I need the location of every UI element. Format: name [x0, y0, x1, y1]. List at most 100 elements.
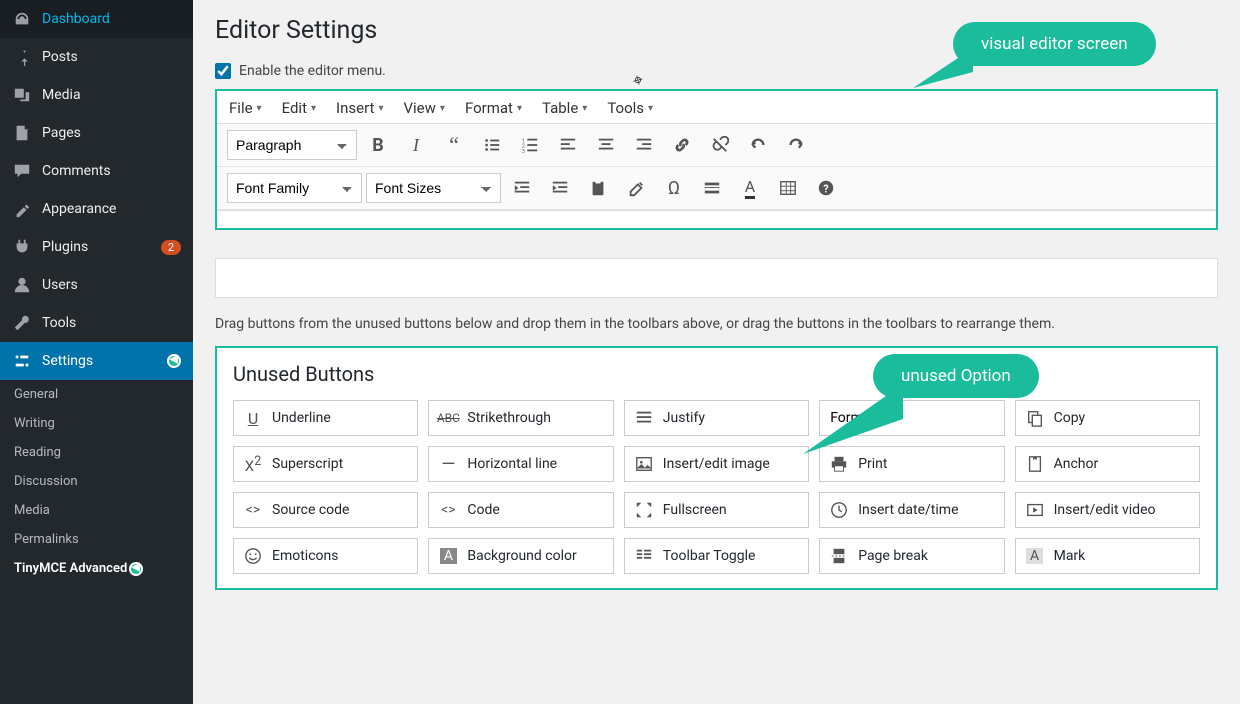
strike-icon: ABC: [439, 411, 457, 425]
sidebar-item-appearance[interactable]: Appearance: [0, 190, 193, 228]
menu-edit[interactable]: Edit: [282, 99, 316, 117]
unused-copy[interactable]: Copy: [1015, 400, 1200, 436]
sidebar-item-posts[interactable]: Posts: [0, 38, 193, 76]
link-button[interactable]: [665, 130, 699, 160]
sidebar-item-dashboard[interactable]: Dashboard: [0, 0, 193, 38]
media-icon: [12, 85, 32, 105]
clear-button[interactable]: [619, 173, 653, 203]
cursor-annotation-icon: [129, 562, 143, 576]
alignleft-button[interactable]: [551, 130, 585, 160]
unused-mark[interactable]: AMark: [1015, 538, 1200, 574]
indent-button[interactable]: [543, 173, 577, 203]
settings-icon: [12, 351, 32, 371]
unused-buttons-title: Unused Buttons: [233, 362, 1200, 386]
sidebar-item-plugins[interactable]: Plugins2: [0, 228, 193, 266]
unused-source-code[interactable]: <>Source code: [233, 492, 418, 528]
toolbar-row-1: ParagraphBI“ 123: [217, 124, 1216, 167]
hr-button[interactable]: [695, 173, 729, 203]
submenu-writing[interactable]: Writing: [0, 409, 193, 438]
unused-emoticons[interactable]: Emoticons: [233, 538, 418, 574]
copy-icon: [1026, 409, 1044, 427]
appearance-icon: [12, 199, 32, 219]
unused-superscript[interactable]: X2Superscript: [233, 446, 418, 482]
unused-fullscreen[interactable]: Fullscreen: [624, 492, 809, 528]
bgcolor-icon: A: [439, 548, 457, 564]
admin-sidebar: DashboardPostsMediaPagesCommentsAppearan…: [0, 0, 193, 704]
format-select[interactable]: Paragraph: [227, 130, 357, 160]
textcolor-button[interactable]: A: [733, 173, 767, 203]
unused-insert-edit-image[interactable]: Insert/edit image: [624, 446, 809, 482]
outdent-button[interactable]: [505, 173, 539, 203]
unused-anchor[interactable]: Anchor: [1015, 446, 1200, 482]
submenu-tinymce-advanced[interactable]: TinyMCE Advanced: [0, 554, 193, 583]
submenu-general[interactable]: General: [0, 380, 193, 409]
annotation-visual-editor: visual editor screen: [953, 22, 1156, 66]
submenu-reading[interactable]: Reading: [0, 438, 193, 467]
clock-icon: [830, 501, 848, 519]
font-family-select[interactable]: Font Family: [227, 173, 362, 203]
visual-editor-panel: File Edit Insert View Format Table Tools Parag…: [215, 89, 1218, 230]
dashboard-icon: [12, 9, 32, 29]
sidebar-item-users[interactable]: Users: [0, 266, 193, 304]
plugin-icon: [12, 237, 32, 257]
italic-button[interactable]: I: [399, 130, 433, 160]
ol-button[interactable]: 123: [513, 130, 547, 160]
sidebar-item-settings[interactable]: Settings: [0, 342, 193, 380]
submenu-media[interactable]: Media: [0, 496, 193, 525]
sidebar-item-pages[interactable]: Pages: [0, 114, 193, 152]
unused-insert-date-time[interactable]: Insert date/time: [819, 492, 1004, 528]
undo-button[interactable]: [741, 130, 775, 160]
unlink-button[interactable]: [703, 130, 737, 160]
mark-icon: A: [1026, 548, 1044, 564]
pagebreak-icon: [830, 547, 848, 565]
user-icon: [12, 275, 32, 295]
help-button[interactable]: ?: [809, 173, 843, 203]
drop-area[interactable]: [215, 258, 1218, 298]
bold-button[interactable]: B: [361, 130, 395, 160]
main-content: visual editor screen unused Option ⌖ Edi…: [193, 0, 1240, 704]
sidebar-item-tools[interactable]: Tools: [0, 304, 193, 342]
enable-menu-checkbox[interactable]: [215, 63, 231, 79]
toggle-icon: [635, 547, 653, 565]
menu-table[interactable]: Table: [542, 99, 587, 117]
unused-horizontal-line[interactable]: —Horizontal line: [428, 446, 613, 482]
code2-icon: <>: [439, 502, 457, 518]
tool-icon: [12, 313, 32, 333]
page-icon: [12, 123, 32, 143]
quote-button[interactable]: “: [437, 130, 471, 160]
unused-code[interactable]: <>Code: [428, 492, 613, 528]
submenu-permalinks[interactable]: Permalinks: [0, 525, 193, 554]
unused-justify[interactable]: Justify: [624, 400, 809, 436]
pin-icon: [12, 47, 32, 67]
anchor-icon: [1026, 455, 1044, 473]
hrline-icon: —: [439, 454, 457, 475]
sidebar-item-media[interactable]: Media: [0, 76, 193, 114]
paste-button[interactable]: [581, 173, 615, 203]
ul-button[interactable]: [475, 130, 509, 160]
print-icon: [830, 455, 848, 473]
sidebar-item-comments[interactable]: Comments: [0, 152, 193, 190]
omega-button[interactable]: Ω: [657, 173, 691, 203]
unused-strikethrough[interactable]: ABCStrikethrough: [428, 400, 613, 436]
svg-text:3: 3: [522, 149, 525, 154]
unused-toolbar-toggle[interactable]: Toolbar Toggle: [624, 538, 809, 574]
unused-print[interactable]: Print: [819, 446, 1004, 482]
menu-format[interactable]: Format: [465, 99, 522, 117]
alignright-button[interactable]: [627, 130, 661, 160]
code-icon: <>: [244, 502, 262, 518]
menu-view[interactable]: View: [403, 99, 444, 117]
unused-underline[interactable]: UUnderline: [233, 400, 418, 436]
menu-insert[interactable]: Insert: [336, 99, 383, 117]
aligncenter-button[interactable]: [589, 130, 623, 160]
menu-tools[interactable]: Tools: [607, 99, 653, 117]
font-size-select[interactable]: Font Sizes: [366, 173, 501, 203]
table-button[interactable]: [771, 173, 805, 203]
unused-background-color[interactable]: ABackground color: [428, 538, 613, 574]
submenu-discussion[interactable]: Discussion: [0, 467, 193, 496]
underline-icon: U: [244, 409, 262, 428]
unused-insert-edit-video[interactable]: Insert/edit video: [1015, 492, 1200, 528]
unused-page-break[interactable]: Page break: [819, 538, 1004, 574]
enable-menu-label: Enable the editor menu.: [239, 63, 386, 79]
menu-file[interactable]: File: [229, 99, 262, 117]
redo-button[interactable]: [779, 130, 813, 160]
